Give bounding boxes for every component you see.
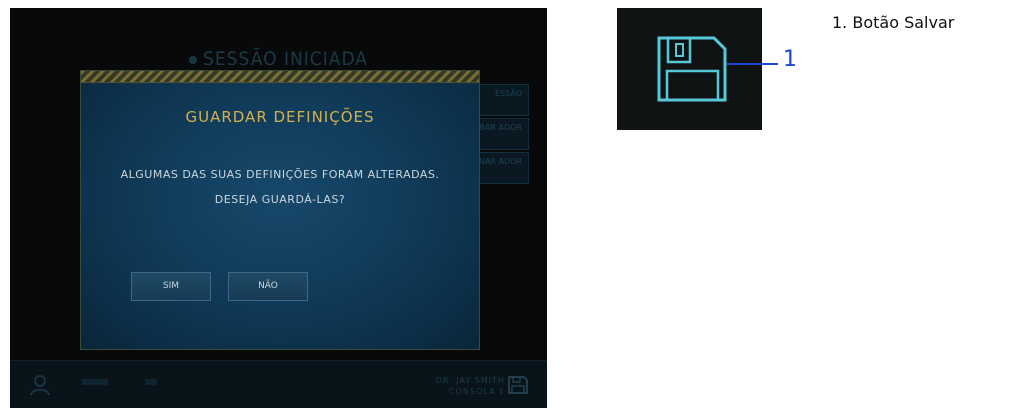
status-indicator-small	[145, 379, 157, 385]
operator-name: DR. JAY SMITH	[435, 376, 505, 385]
legend-item-save-button: 1. Botão Salvar	[832, 13, 955, 32]
no-button[interactable]: NÃO	[228, 272, 308, 301]
yes-button[interactable]: SIM	[131, 272, 211, 301]
save-button-zoom	[617, 8, 762, 130]
dialog-hazard-stripe	[81, 71, 479, 83]
device-screen: SESSÃO INICIADA ESSÃO BAR ADOR NAR ADOR …	[10, 8, 547, 408]
dialog-message-line1: ALGUMAS DAS SUAS DEFINIÇÕES FORAM ALTERA…	[120, 168, 440, 181]
dialog-title: GUARDAR DEFINIÇÕES	[185, 108, 375, 126]
status-indicator-bar	[82, 379, 108, 385]
user-icon[interactable]	[28, 373, 52, 397]
console-name: CONSOLA 1	[449, 387, 505, 396]
operator-label: DR. JAY SMITH CONSOLA 1	[436, 375, 505, 397]
save-settings-dialog: GUARDAR DEFINIÇÕES ALGUMAS DAS SUAS DEFI…	[80, 70, 480, 350]
dialog-message-line2: DESEJA GUARDÁ-LAS?	[214, 193, 346, 206]
callout-line	[727, 63, 778, 65]
status-bar: DR. JAY SMITH CONSOLA 1	[10, 360, 547, 408]
floppy-disk-icon	[657, 36, 727, 102]
callout-number: 1	[783, 47, 797, 72]
status-dot-icon	[189, 55, 197, 64]
background-session-title: SESSÃO INICIADA	[10, 48, 547, 70]
save-icon[interactable]	[507, 375, 529, 395]
